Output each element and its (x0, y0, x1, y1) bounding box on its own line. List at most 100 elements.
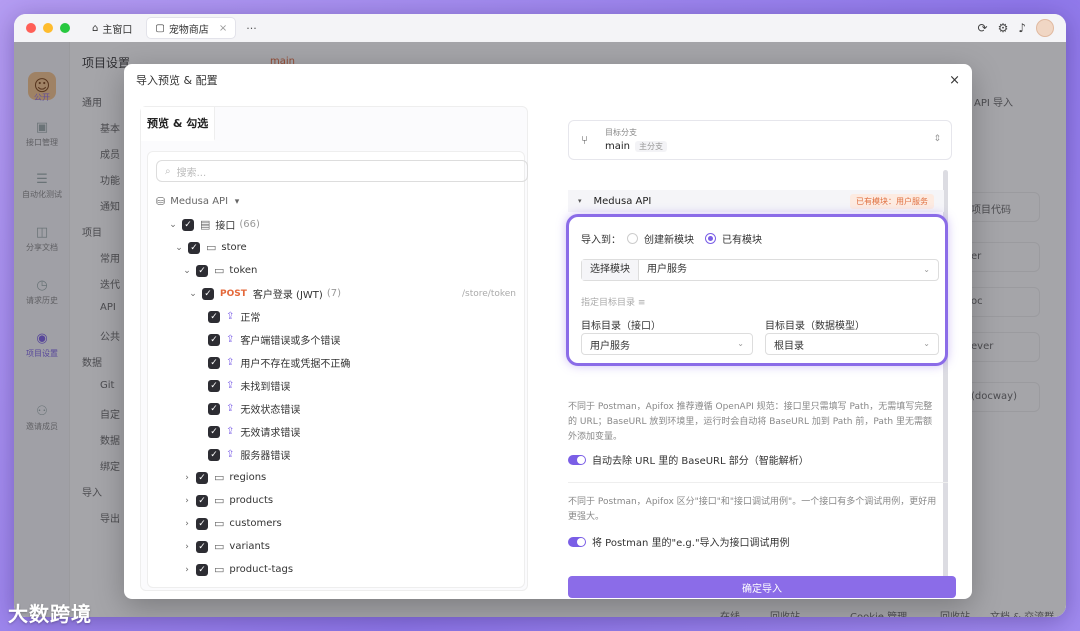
branch-tag: 主分支 (635, 141, 667, 152)
toggle-switch[interactable] (568, 536, 586, 547)
baseurl-description: 不同于 Postman，Apifox 推荐遵循 OpenAPI 规范：接口里只需… (568, 402, 933, 442)
tree-row-case[interactable]: ✓ ⇪ 用户不存在或凭据不正确 (148, 351, 524, 374)
tree-panel: ⌕ 搜索... ⛁ Medusa API ▾ ⌄ ✓ ▤ 接口 (66) ⌄ ✓… (147, 151, 528, 588)
database-icon: ⛁ (156, 195, 166, 208)
search-input[interactable]: ⌕ 搜索... (156, 160, 528, 182)
checkbox[interactable]: ✓ (196, 264, 208, 277)
toggle-import-examples[interactable]: 将 Postman 里的"e.g."导入为接口调试用例 (568, 534, 790, 549)
chevron-down-icon[interactable]: ⌄ (188, 289, 198, 299)
search-placeholder: 搜索... (176, 167, 207, 179)
radio-existing-module[interactable]: 已有模块 (705, 231, 762, 246)
checkbox[interactable]: ✓ (202, 287, 214, 300)
checkbox[interactable]: ✓ (208, 333, 220, 346)
close-tab-icon[interactable]: × (219, 23, 227, 34)
tree-row-endpoint[interactable]: ⌄ ✓ POST 客户登录 (JWT) (7) /store/token (148, 282, 524, 305)
doc-icon: ▢ (155, 22, 165, 34)
module-select[interactable]: 选择模块 用户服务 ⌄ (581, 259, 939, 281)
endpoint-path: /store/token (462, 288, 516, 299)
confirm-import-button[interactable]: 确定导入 (568, 576, 956, 598)
checkbox[interactable]: ✓ (182, 218, 194, 231)
status-badge: 已有模块：用户服务 (850, 193, 934, 209)
tree-row-case[interactable]: ✓ ⇪ 客户端错误或多个错误 (148, 328, 524, 351)
import-dialog: 导入预览 & 配置 × 预览 & 勾选 ⌕ 搜索... ⛁ Medusa API… (124, 64, 972, 599)
chevron-down-icon[interactable]: ⌄ (168, 220, 178, 230)
tree-row-folder[interactable]: › ✓ ▭ customers (148, 512, 524, 535)
chevron-right-icon[interactable]: › (182, 473, 192, 483)
avatar[interactable] (1036, 19, 1054, 37)
radio-new-module[interactable]: 创建新模块 (627, 231, 694, 246)
case-icon: ⇪ (226, 380, 235, 391)
toggle-strip-baseurl[interactable]: 自动去除 URL 里的 BaseURL 部分（智能解析） (568, 452, 809, 467)
radio-selected-icon[interactable] (705, 233, 716, 244)
checkbox[interactable]: ✓ (208, 425, 220, 438)
gear-icon[interactable]: ⚙ (998, 21, 1009, 35)
more-tabs-button[interactable]: ··· (246, 22, 257, 35)
chevron-down-icon: ⌄ (923, 265, 930, 274)
checkbox[interactable]: ✓ (208, 310, 220, 323)
target-api-dropdown[interactable]: 用户服务 ⌄ (581, 333, 753, 355)
radio-icon[interactable] (627, 233, 638, 244)
folder-icon: ▭ (206, 241, 217, 254)
close-icon[interactable]: × (949, 73, 960, 88)
caret-down-icon[interactable]: ▾ (578, 197, 582, 205)
bell-icon[interactable]: ♪ (1018, 21, 1026, 35)
checkbox[interactable]: ✓ (196, 540, 208, 553)
target-model-label: 目标目录（数据模型） (765, 321, 865, 332)
tab-pet-store[interactable]: ▢ 宠物商店 × (146, 17, 237, 39)
checkbox[interactable]: ✓ (208, 356, 220, 369)
checkbox[interactable]: ✓ (196, 471, 208, 484)
case-icon: ⇪ (226, 449, 235, 460)
chevron-down-icon[interactable]: ⌄ (182, 266, 192, 276)
checkbox[interactable]: ✓ (196, 563, 208, 576)
preview-pane: 预览 & 勾选 ⌕ 搜索... ⛁ Medusa API ▾ ⌄ ✓ ▤ 接口 … (140, 106, 528, 591)
tree-row-token[interactable]: ⌄ ✓ ▭ token (148, 259, 524, 282)
chevron-right-icon[interactable]: › (182, 542, 192, 552)
maximize-window-button[interactable] (60, 23, 70, 33)
window-controls (26, 23, 70, 33)
tree-row-folder[interactable]: › ✓ ▭ products (148, 489, 524, 512)
target-model-dropdown[interactable]: 根目录 ⌄ (765, 333, 939, 355)
close-window-button[interactable] (26, 23, 36, 33)
select-arrows-icon: ⇕ (933, 134, 941, 144)
checkbox[interactable]: ✓ (208, 402, 220, 415)
chevron-down-icon: ⌄ (737, 339, 744, 348)
caret-down-icon[interactable]: ▾ (232, 197, 242, 207)
project-row[interactable]: ▾ Medusa API 已有模块：用户服务 (568, 190, 944, 212)
app-window: ⌂ 主窗口 ▢ 宠物商店 × ··· ⟳ ⚙ ♪ ☺ 公开 ▣ 接口管理 ☰ 自动化… (14, 14, 1066, 617)
tree-row-folder[interactable]: › ✓ ▭ variants (148, 535, 524, 558)
toggle-switch[interactable] (568, 454, 586, 465)
api-tree: ⛁ Medusa API ▾ ⌄ ✓ ▤ 接口 (66) ⌄ ✓ ▭ store… (148, 190, 524, 581)
case-icon: ⇪ (226, 403, 235, 414)
chevron-right-icon[interactable]: › (182, 519, 192, 529)
checkbox[interactable]: ✓ (208, 379, 220, 392)
tree-row-case[interactable]: ✓ ⇪ 服务器错误 (148, 443, 524, 466)
cases-description: 不同于 Postman，Apifox 区分"接口"和"接口调试用例"。一个接口有… (568, 497, 937, 522)
divider (568, 482, 948, 483)
minimize-window-button[interactable] (43, 23, 53, 33)
tab-main-window[interactable]: ⌂ 主窗口 (84, 17, 140, 39)
chevron-right-icon[interactable]: › (182, 496, 192, 506)
chevron-down-icon[interactable]: ⌄ (174, 243, 184, 253)
import-to-label: 导入到： (581, 235, 621, 246)
tree-row-case[interactable]: ✓ ⇪ 无效请求错误 (148, 420, 524, 443)
sync-icon[interactable]: ⟳ (978, 21, 988, 35)
tree-row-folder[interactable]: › ✓ ▭ regions (148, 466, 524, 489)
case-icon: ⇪ (226, 357, 235, 368)
tree-row-case[interactable]: ✓ ⇪ 无效状态错误 (148, 397, 524, 420)
branch-select[interactable]: ⑂ 目标分支 main 主分支 ⇕ (568, 120, 952, 160)
checkbox[interactable]: ✓ (188, 241, 200, 254)
tree-row-case[interactable]: ✓ ⇪ 正常 (148, 305, 524, 328)
home-icon: ⌂ (92, 22, 99, 34)
checkbox[interactable]: ✓ (196, 494, 208, 507)
tree-root[interactable]: ⛁ Medusa API ▾ (148, 190, 524, 213)
case-icon: ⇪ (226, 426, 235, 437)
chevron-right-icon[interactable]: › (182, 565, 192, 575)
tree-row-api-group[interactable]: ⌄ ✓ ▤ 接口 (66) (148, 213, 524, 236)
tree-row-case[interactable]: ✓ ⇪ 未找到错误 (148, 374, 524, 397)
tree-row-store[interactable]: ⌄ ✓ ▭ store (148, 236, 524, 259)
method-badge: POST (220, 288, 247, 299)
checkbox[interactable]: ✓ (196, 517, 208, 530)
tab-preview-select[interactable]: 预览 & 勾选 (141, 107, 216, 141)
tree-row-folder[interactable]: › ✓ ▭ product-tags (148, 558, 524, 581)
checkbox[interactable]: ✓ (208, 448, 220, 461)
